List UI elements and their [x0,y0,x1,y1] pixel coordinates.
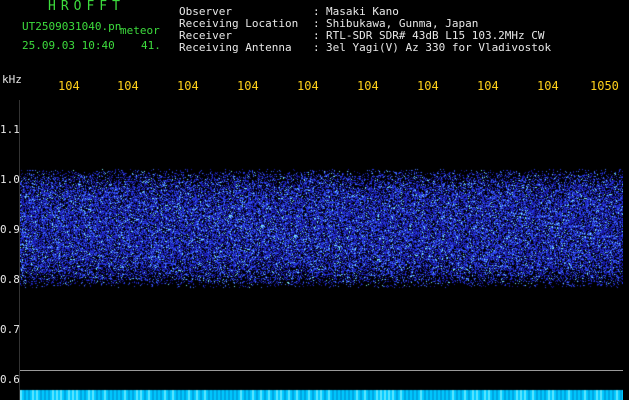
x-tick-label: 104 [117,79,139,93]
image-filename: UT2509031040.pn [22,20,122,33]
station-info-values: Masaki Kano Shibukawa, Gunma, Japan RTL-SD… [326,6,551,54]
meteor-label: meteor [120,24,160,37]
x-tick-label: 104 [237,79,259,93]
station-info-separators: : : : : [313,5,320,54]
x-tick-label: 104 [297,79,319,93]
x-tick-label: 104 [417,79,439,93]
app-brand: HROFFT [48,0,125,14]
y-tick-label: 0.9 [0,223,20,236]
baseline-marker [20,370,623,371]
y-tick-label: 0.7 [0,323,20,336]
station-info-labels: Observer Receiving Location Receiver Receiv… [179,6,298,54]
x-tick-label: 104 [537,79,559,93]
x-tick-label: 104 [357,79,379,93]
capture-datetime: 25.09.03 10:40 [22,39,115,52]
antenna-value: 3el Yagi(V) Az 330 for Vladivostok [326,41,552,54]
antenna-label: Receiving Antenna [179,41,292,54]
y-tick-label: 0.8 [0,273,20,286]
x-tick-label: 104 [177,79,199,93]
y-tick-label: 1.1 [0,123,20,136]
y-tick-label: 0.6 [0,373,20,386]
spectrogram-panel [20,100,623,400]
y-axis-unit: kHz [2,73,22,86]
spectrogram-canvas [20,100,623,400]
y-tick-label: 1.0 [0,173,20,186]
x-tick-label: 104 [58,79,80,93]
x-tick-label: 104 [477,79,499,93]
x-tick-label: 1050 [590,79,619,93]
meteor-count: 41. [141,39,161,52]
